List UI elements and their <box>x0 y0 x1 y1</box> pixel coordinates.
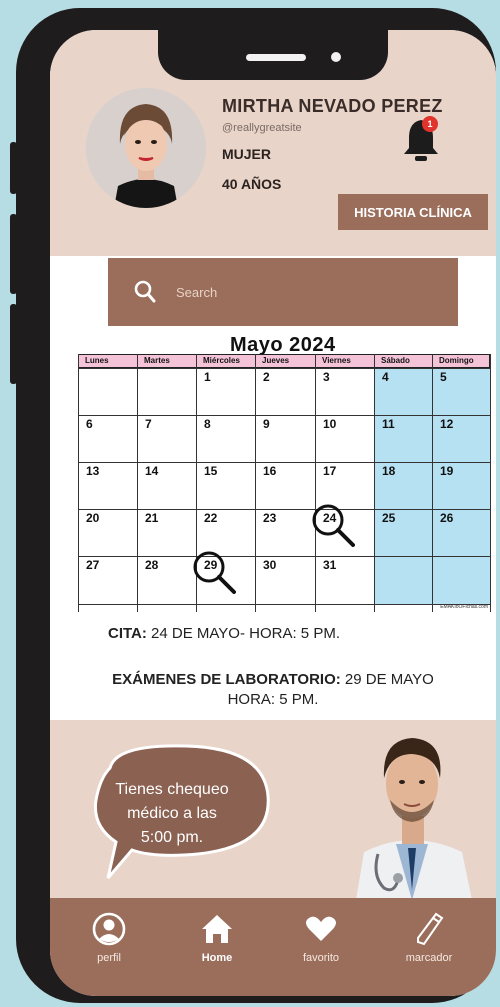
lab-exams-info: EXÁMENES DE LABORATORIO: 29 DE MAYO HORA… <box>50 670 496 710</box>
calendar-day-17[interactable]: 17 <box>323 464 336 478</box>
appointment-text: 24 DE MAYO- HORA: 5 PM. <box>146 625 340 642</box>
calendar-day-3[interactable]: 3 <box>323 370 330 384</box>
calendar-day-10[interactable]: 10 <box>323 417 336 431</box>
notification-count: 1 <box>427 119 432 129</box>
calendar-day-9[interactable]: 9 <box>263 417 270 431</box>
nav-label-marcador: marcador <box>405 952 453 964</box>
reminder-line-1: Tienes chequeo <box>115 781 229 798</box>
phone-screen: MIRTHA NEVADO PEREZ @reallygreatsite MUJ… <box>50 30 496 996</box>
weekday-miércoles: Miércoles <box>203 356 240 365</box>
reminder-line-3: 5:00 pm. <box>140 829 204 846</box>
grid-line <box>78 556 490 557</box>
grid-line <box>78 509 490 510</box>
weekday-viernes: Viernes <box>322 356 351 365</box>
reminder-message: Tienes chequeo médico a las 5:00 pm. <box>108 778 236 850</box>
bell-icon: 1 <box>404 116 438 161</box>
grid-line <box>78 604 490 605</box>
heart-icon <box>306 916 336 941</box>
calendar-day-27[interactable]: 27 <box>86 558 99 572</box>
calendar-day-22[interactable]: 22 <box>204 511 217 525</box>
mute-switch <box>10 142 17 194</box>
phone-frame: MIRTHA NEVADO PEREZ @reallygreatsite MUJ… <box>10 8 496 1003</box>
nav-item-perfil[interactable]: perfil <box>64 912 154 964</box>
calendar-grid: Lunes Martes Miércoles Jueves Viernes Sábado D… <box>78 354 491 612</box>
exams-time: HORA: 5 PM. <box>227 691 319 708</box>
phone-notch <box>158 30 388 80</box>
calendar-day-12[interactable]: 12 <box>440 417 453 431</box>
calendar-day-19[interactable]: 19 <box>440 464 453 478</box>
calendar-day-2[interactable]: 2 <box>263 370 270 384</box>
bottom-navigation: perfil Home favorito marcador <box>50 898 496 996</box>
front-camera <box>331 52 341 62</box>
calendar-day-18[interactable]: 18 <box>382 464 395 478</box>
grid-line <box>78 415 490 416</box>
calendar-weekday-header: Lunes Martes Miércoles Jueves Viernes Sábado D… <box>78 354 490 368</box>
magnifier-icon <box>312 504 355 547</box>
magnifier-icon <box>193 551 236 594</box>
nav-item-home[interactable]: Home <box>172 912 262 964</box>
grid-line <box>490 354 491 612</box>
calendar-day-8[interactable]: 8 <box>204 417 211 431</box>
weekday-martes: Martes <box>144 356 170 365</box>
calendar-day-13[interactable]: 13 <box>86 464 99 478</box>
search-icon <box>134 280 156 303</box>
calendar-day-23[interactable]: 23 <box>263 511 276 525</box>
calendar-day-6[interactable]: 6 <box>86 417 93 431</box>
search-input[interactable]: Search <box>176 285 217 300</box>
calendar-day-16[interactable]: 16 <box>263 464 276 478</box>
nav-label-perfil: perfil <box>97 952 121 964</box>
speaker-grille <box>246 54 306 61</box>
nav-item-marcador[interactable]: marcador <box>384 912 474 964</box>
pencil-icon <box>417 912 444 946</box>
woman-portrait-icon <box>86 88 206 208</box>
weekday-lunes: Lunes <box>85 356 109 365</box>
doctor-illustration-icon <box>356 738 472 900</box>
calendar-day-28[interactable]: 28 <box>145 558 158 572</box>
nav-label-home: Home <box>201 952 233 964</box>
grid-line <box>78 354 79 612</box>
appointment-label: CITA: <box>108 625 147 642</box>
reminder-line-2: médico a las <box>127 805 217 822</box>
calendar-day-21[interactable]: 21 <box>145 511 158 525</box>
volume-up-button <box>10 214 17 294</box>
avatar[interactable] <box>86 88 206 208</box>
calendar-day-20[interactable]: 20 <box>86 511 99 525</box>
nav-item-favorito[interactable]: favorito <box>276 912 366 964</box>
weekday-sábado: Sábado <box>381 356 410 365</box>
calendar-day-30[interactable]: 30 <box>263 558 276 572</box>
grid-line <box>78 462 490 463</box>
home-icon <box>202 915 232 943</box>
search-bar[interactable]: Search <box>108 258 458 326</box>
calendar-day-11[interactable]: 11 <box>382 417 395 431</box>
grid-line <box>78 368 490 369</box>
nav-label-favorito: favorito <box>302 952 340 964</box>
calendar-day-31[interactable]: 31 <box>323 558 336 572</box>
volume-down-button <box>10 304 17 384</box>
grid-line <box>315 354 316 612</box>
exams-label: EXÁMENES DE LABORATORIO: <box>112 671 341 688</box>
patient-gender: MUJER <box>222 146 272 162</box>
user-icon <box>92 912 126 946</box>
calendar-day-15[interactable]: 15 <box>204 464 217 478</box>
grid-line <box>432 354 433 612</box>
clinical-history-button[interactable]: HISTORIA CLÍNICA <box>338 194 488 230</box>
exams-date: 29 DE MAYO <box>340 671 434 688</box>
weekday-domingo: Domingo <box>439 356 474 365</box>
weekday-jueves: Jueves <box>262 356 290 365</box>
calendar-day-4[interactable]: 4 <box>382 370 389 384</box>
calendar-day-1[interactable]: 1 <box>204 370 211 384</box>
calendar-day-25[interactable]: 25 <box>382 511 395 525</box>
patient-handle: @reallygreatsite <box>222 122 302 134</box>
notification-bell-button[interactable]: 1 <box>400 114 442 164</box>
calendar-day-7[interactable]: 7 <box>145 417 152 431</box>
calendar-day-5[interactable]: 5 <box>440 370 447 384</box>
patient-age: 40 AÑOS <box>222 176 282 192</box>
grid-line <box>137 354 138 612</box>
grid-line <box>255 354 256 612</box>
calendar-day-14[interactable]: 14 <box>145 464 158 478</box>
grid-line <box>374 354 375 612</box>
appointment-info: CITA: 24 DE MAYO- HORA: 5 PM. <box>108 625 340 642</box>
calendar-day-26[interactable]: 26 <box>440 511 453 525</box>
